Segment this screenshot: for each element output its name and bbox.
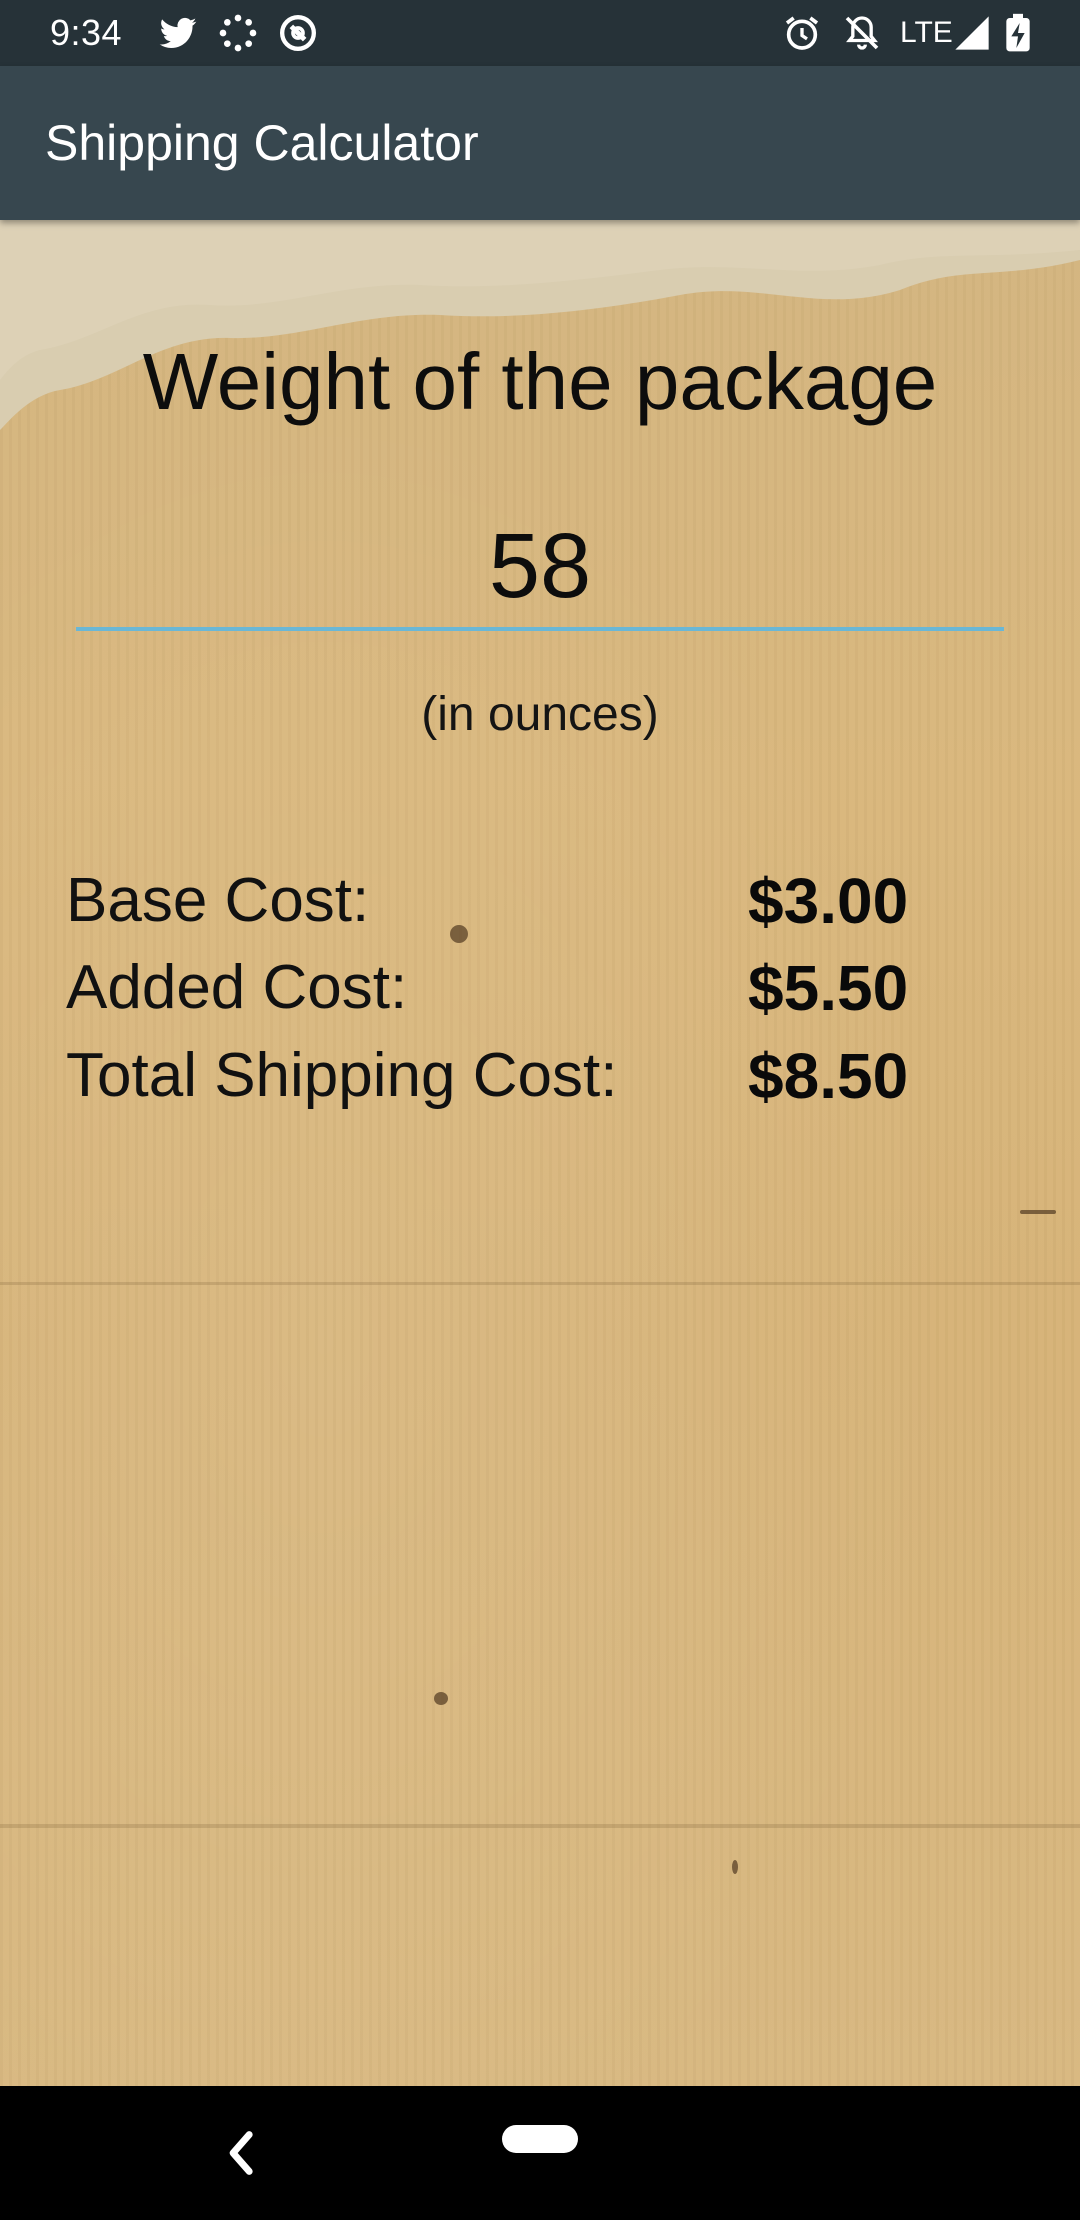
weight-heading: Weight of the package (142, 337, 938, 426)
base-cost-label: Base Cost: (66, 866, 370, 935)
cardboard-speck (434, 1692, 448, 1705)
twitter-icon (158, 13, 198, 53)
total-cost-label: Total Shipping Cost: (66, 1041, 618, 1110)
app-title: Shipping Calculator (45, 115, 479, 171)
battery-charging-icon (1002, 13, 1034, 53)
status-bar: 9:34 LTE (0, 0, 1080, 66)
added-cost-row: Added Cost: $5.50 (66, 948, 966, 1028)
app-bar: Shipping Calculator (0, 66, 1080, 220)
cardboard-crease (0, 1282, 1080, 1285)
total-cost-value: $8.50 (748, 1040, 909, 1112)
total-cost-row: Total Shipping Cost: $8.50 (66, 1036, 966, 1116)
cardboard-speck (1020, 1210, 1056, 1214)
notifications-off-icon (842, 13, 882, 53)
cardboard-crease (0, 1824, 1080, 1828)
weight-input[interactable] (76, 505, 1004, 631)
screen: 9:34 LTE Shipping Calculator Weight of t… (0, 0, 1080, 2220)
alarm-icon (782, 13, 822, 53)
content-area: Weight of the package (in ounces) Base C… (0, 220, 1080, 2086)
back-icon[interactable] (222, 2130, 258, 2176)
home-pill-icon[interactable] (502, 2125, 578, 2153)
cardboard-speck (732, 1860, 738, 1874)
added-cost-value: $5.50 (748, 952, 909, 1024)
signal-icon (952, 13, 992, 53)
base-cost-value: $3.00 (748, 865, 909, 937)
loading-icon (218, 13, 258, 53)
status-time: 9:34 (50, 12, 123, 53)
network-type-label: LTE (900, 16, 953, 49)
navigation-bar (0, 2086, 1080, 2220)
weight-unit-label: (in ounces) (421, 688, 659, 741)
base-cost-row: Base Cost: $3.00 (66, 861, 966, 941)
added-cost-label: Added Cost: (66, 953, 408, 1022)
app-icon (278, 13, 318, 53)
